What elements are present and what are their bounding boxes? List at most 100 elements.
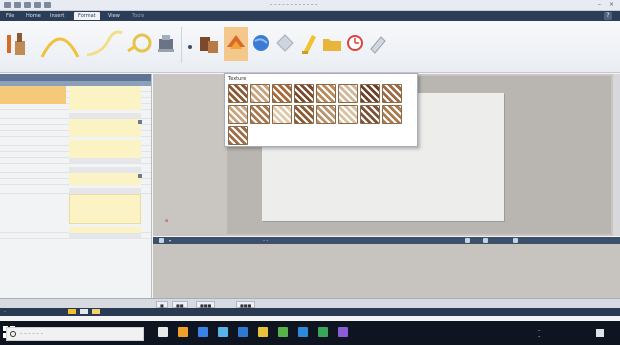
bottom-tab[interactable]: ■■ (172, 301, 188, 308)
texture-swatch[interactable] (338, 84, 358, 103)
lower-panel-caption: – – (263, 238, 269, 243)
lower-panel-toolbar: ▾ – – (153, 237, 620, 244)
texture-swatch[interactable] (382, 84, 402, 103)
property-row[interactable] (0, 179, 151, 185)
system-tray: – – (508, 327, 620, 341)
menu-tab-bar: File Home Insert Format View Tools ? (0, 11, 620, 21)
property-row[interactable] (0, 131, 151, 137)
tab-tools[interactable]: Tools (128, 12, 148, 20)
app-window: – – – – – – – – – – – – – × File Home In… (0, 0, 620, 345)
window-controls: – × (598, 2, 614, 8)
ribbon-toolbar (0, 21, 620, 73)
bottom-tab-strip: ■ ■■ ■■■ ■■■ (0, 298, 620, 308)
ellipse-icon[interactable] (126, 27, 156, 61)
status-bar: – (0, 308, 620, 316)
folder-icon[interactable] (320, 27, 344, 61)
taskbar-app-icon[interactable] (158, 327, 168, 337)
print-icon[interactable] (34, 2, 41, 8)
texture-swatch[interactable] (228, 105, 248, 124)
taskbar-app-icon[interactable] (178, 327, 188, 337)
globe-icon[interactable] (250, 27, 272, 61)
redo-icon[interactable] (24, 2, 31, 8)
property-row[interactable] (0, 104, 151, 110)
bottom-tab[interactable]: ■■■ (236, 301, 256, 308)
close-button[interactable]: × (609, 2, 614, 8)
property-row[interactable] (0, 158, 151, 164)
texture-swatch[interactable] (382, 105, 402, 124)
property-text-block[interactable] (69, 194, 141, 224)
texture-swatch[interactable] (272, 84, 292, 103)
taskbar-app-icon[interactable] (238, 327, 248, 337)
fill-icon[interactable] (186, 27, 224, 61)
minimize-button[interactable]: – (598, 2, 601, 8)
search-icon (10, 331, 16, 337)
title-bar: – – – – – – – – – – – – – × (0, 0, 620, 11)
vertical-scrollbar[interactable] (613, 74, 620, 236)
status-text: – (4, 309, 6, 314)
arc-icon[interactable] (38, 27, 82, 61)
bottom-tab[interactable]: ■ (156, 301, 168, 308)
bottom-tab[interactable]: ■■■ (196, 301, 216, 308)
record-icon[interactable] (513, 238, 518, 243)
stamp-icon[interactable] (156, 27, 178, 61)
help-button[interactable]: ? (604, 12, 612, 20)
taskbar-app-icon[interactable] (278, 327, 288, 337)
taskbar-app-icon[interactable] (218, 327, 228, 337)
diamond-icon[interactable] (274, 27, 296, 61)
texture-swatch[interactable] (228, 84, 248, 103)
status-indicator (92, 309, 100, 314)
texture-swatch[interactable] (250, 105, 270, 124)
status-indicator (80, 309, 88, 314)
texture-swatch[interactable] (316, 105, 336, 124)
ribbon-separator (181, 27, 182, 63)
undo-icon[interactable] (14, 2, 21, 8)
texture-swatch[interactable] (360, 84, 380, 103)
texture-swatch[interactable] (316, 84, 336, 103)
panel-icon[interactable] (159, 238, 164, 243)
texture-swatch[interactable] (294, 105, 314, 124)
dropdown-icon[interactable] (138, 120, 142, 124)
clock-icon[interactable] (344, 27, 366, 61)
texture-swatch[interactable] (228, 126, 248, 145)
tab-insert[interactable]: Insert (46, 12, 68, 20)
texture-swatch[interactable] (360, 105, 380, 124)
lower-panel (153, 244, 620, 298)
taskbar-app-icon[interactable] (258, 327, 268, 337)
tab-format[interactable]: Format (74, 12, 100, 20)
property-panel (0, 74, 152, 310)
highlighter-icon[interactable] (298, 27, 320, 61)
brush-icon[interactable] (4, 27, 32, 61)
tray-date: – (538, 334, 541, 340)
texture-icon[interactable] (224, 27, 248, 61)
status-indicator (68, 309, 76, 314)
tab-home[interactable]: Home (22, 12, 45, 20)
tab-file[interactable]: File (2, 12, 18, 20)
search-placeholder: – – – – – – (20, 331, 43, 337)
taskbar-app-icon[interactable] (198, 327, 208, 337)
texture-swatch[interactable] (272, 105, 292, 124)
pen-icon[interactable] (465, 238, 470, 243)
dropdown-icon[interactable] (138, 174, 142, 178)
canvas-corner-label: a (165, 218, 169, 224)
save-icon[interactable] (4, 2, 11, 8)
quick-access-toolbar (4, 2, 51, 8)
notification-icon[interactable] (596, 329, 604, 337)
window-title: – – – – – – – – – – – – (270, 2, 318, 8)
texture-swatch[interactable] (250, 84, 270, 103)
taskbar-app-icon[interactable] (318, 327, 328, 337)
property-row[interactable] (0, 233, 151, 239)
taskbar-search-input[interactable]: – – – – – – (6, 327, 144, 341)
taskbar-app-icon[interactable] (298, 327, 308, 337)
palette-title: Texture (228, 76, 247, 82)
tab-view[interactable]: View (104, 12, 124, 20)
link-icon[interactable] (483, 238, 488, 243)
lower-panel-label: ▾ (169, 238, 172, 243)
panel-header (0, 74, 151, 81)
taskbar-app-icon[interactable] (338, 327, 348, 337)
curve-icon[interactable] (84, 27, 124, 61)
eraser-icon[interactable] (366, 27, 388, 61)
dropdown-icon[interactable] (44, 2, 51, 8)
texture-swatch[interactable] (294, 84, 314, 103)
texture-palette: Texture (224, 73, 418, 147)
texture-swatch[interactable] (338, 105, 358, 124)
